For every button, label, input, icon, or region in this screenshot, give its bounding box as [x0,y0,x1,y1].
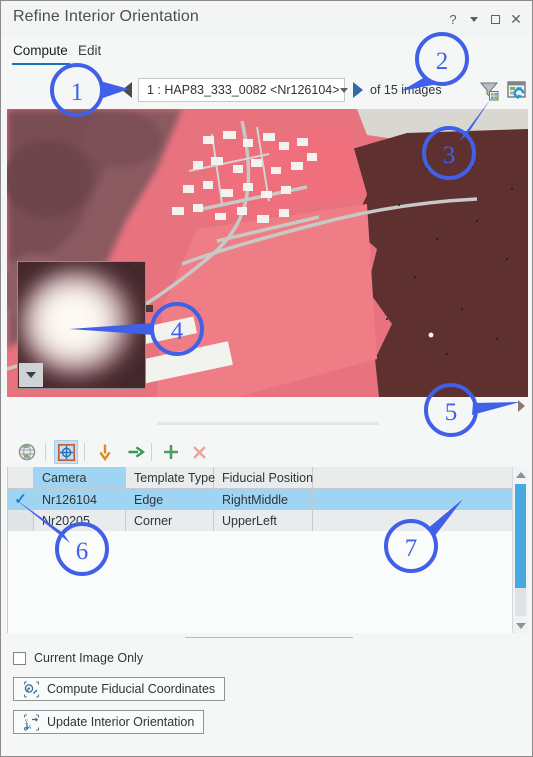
tab-edit[interactable]: Edit [78,43,101,58]
expand-splitter-arrow[interactable] [518,400,525,412]
table-horizontal-scrollbar[interactable] [7,633,528,645]
table-header-camera[interactable]: Camera [34,467,126,488]
image-count-label: of 15 images [370,83,442,97]
scroll-up-button[interactable] [513,467,528,482]
window-controls: ? ✕ [443,9,526,29]
toolbar-separator [151,443,152,461]
toolbar-separator [84,443,85,461]
image-select-combo[interactable]: 1 : HAP83_333_0082 <Nr126104> [138,78,348,102]
refresh-table-icon[interactable] [506,79,528,101]
row-checkbox[interactable] [8,510,34,531]
plus-icon [164,445,178,459]
maximize-button[interactable] [485,9,505,29]
table-toolbar [7,438,528,466]
cell-fiducial-position: RightMiddle [214,489,313,510]
cell-extra [313,489,528,510]
tab-active-indicator [12,63,70,65]
fiducial-table: Camera Template Type Fiducial Position ✓… [7,467,528,633]
cell-template-type: Corner [126,510,214,531]
aerial-image-preview[interactable] [7,109,528,397]
cell-camera: Nr126104 [34,489,126,510]
crosshair-target-icon [57,443,75,461]
cell-template-type: Edge [126,489,214,510]
close-button[interactable]: ✕ [506,9,526,29]
svg-text:x: x [28,723,32,730]
update-interior-orientation-button[interactable]: y x Update Interior Orientation [13,710,205,734]
cell-fiducial-position: UpperLeft [214,510,313,531]
table-header-extra[interactable] [313,467,528,488]
title-bar: Refine Interior Orientation ? ✕ [1,1,532,37]
scrollbar-thumb[interactable] [515,484,526,588]
move-down-button[interactable] [93,440,117,464]
current-image-only-label: Current Image Only [34,651,144,665]
update-interior-orientation-label: Update Interior Orientation [47,715,195,729]
check-icon: ✓ [14,491,27,508]
image-horizontal-scrollbar[interactable] [157,422,379,425]
help-button[interactable]: ? [443,9,463,29]
add-row-button[interactable] [159,440,183,464]
scroll-down-button[interactable] [513,618,528,633]
previous-image-button[interactable] [122,82,132,98]
compute-fiducial-coordinates-label: Compute Fiducial Coordinates [47,682,216,696]
update-orientation-icon: y x [23,713,40,731]
cell-extra [313,510,528,531]
table-vertical-scrollbar[interactable] [512,467,528,633]
image-table-splitter[interactable] [7,398,528,436]
table-header-row: Camera Template Type Fiducial Position [8,467,528,489]
window-title: Refine Interior Orientation [13,8,199,25]
square-icon [490,14,500,24]
tab-compute[interactable]: Compute [13,43,68,58]
menu-caret-button[interactable] [464,9,484,29]
row-checkbox[interactable]: ✓ [8,489,34,510]
chevron-down-icon [339,87,348,93]
zoom-to-globe-button[interactable] [15,440,39,464]
table-row[interactable]: ✓ Nr126104 Edge RightMiddle [8,489,528,510]
cross-delete-icon [192,445,206,459]
toolbar-separator [45,443,46,461]
scrollbar-track[interactable] [515,588,526,616]
cell-camera: Nr20205 [34,510,126,531]
chevron-up-icon [515,471,526,478]
image-select-value: 1 : HAP83_333_0082 <Nr126104> [147,83,340,97]
chevron-down-icon [470,16,478,22]
filter-icon[interactable] [478,79,500,101]
fiducial-zoom-inset[interactable] [17,261,146,389]
next-image-button[interactable] [353,82,363,98]
table-header-template-type[interactable]: Template Type [126,467,215,488]
delete-row-button[interactable] [187,440,211,464]
compute-fiducial-icon: x [23,680,40,698]
table-header-fiducial-position[interactable]: Fiducial Position [214,467,313,488]
inset-dropdown-button[interactable] [19,363,43,387]
image-navigation-row: 1 : HAP83_333_0082 <Nr126104> of 15 imag… [1,75,532,105]
compute-fiducial-coordinates-button[interactable]: x Compute Fiducial Coordinates [13,677,226,701]
table-row[interactable]: Nr20205 Corner UpperLeft [8,510,528,531]
down-arrow-icon [99,444,111,461]
globe-icon [18,443,36,461]
current-image-only-checkbox[interactable] [13,651,26,665]
svg-text:x: x [26,686,30,694]
chevron-down-icon [515,622,526,629]
right-arrow-icon [128,446,145,458]
refine-interior-orientation-window: Refine Interior Orientation ? ✕ Compute … [0,0,533,757]
chevron-down-icon [26,372,36,378]
move-next-button[interactable] [124,440,148,464]
current-image-only-row[interactable]: Current Image Only [13,651,143,665]
table-header-select[interactable] [8,467,34,488]
select-fiducial-button[interactable] [54,440,78,464]
scrollbar-track [185,637,353,638]
tab-bar: Compute Edit [1,43,532,67]
